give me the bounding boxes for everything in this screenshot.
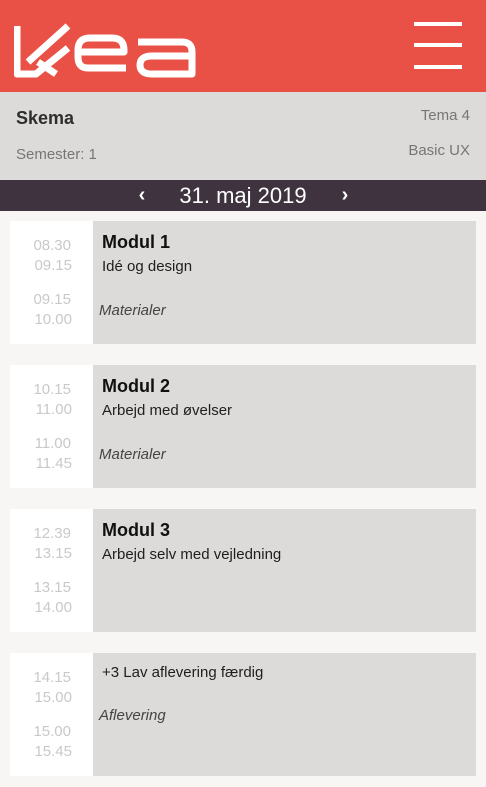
page-title: Skema [16,108,75,128]
end-time: 11.00 [35,401,72,418]
semester-label: Semester: 1 [16,146,97,163]
time-column: 12.39 13.15 13.15 14.00 [10,509,93,632]
module-title: Modul 3 [102,520,170,540]
hamburger-menu-icon[interactable] [414,22,462,70]
end-time: 15.00 [34,689,72,706]
start-time: 15.00 [33,723,71,740]
submission-link[interactable]: Aflevering [99,707,166,724]
end-time: 09.15 [34,257,72,274]
chevron-right-icon[interactable]: › [333,182,357,208]
end-time: 10.00 [34,311,72,328]
current-date: 31. maj 2019 [179,183,307,208]
materials-link[interactable]: Materialer [99,446,166,463]
time-column: 10.15 11.00 11.00 11.45 [10,365,93,488]
end-time: 13.15 [34,545,72,562]
materials-link[interactable]: Materialer [99,302,166,319]
start-time: 08.30 [33,237,71,254]
tema-label: Tema 4 [420,107,470,124]
start-time: 10.15 [33,381,71,398]
end-time: 11.45 [35,455,72,472]
date-navigation: ‹ 31. maj 2019 › [0,180,486,211]
module-title: Modul 2 [102,376,170,396]
chevron-left-icon[interactable]: ‹ [130,182,154,208]
start-time: 12.39 [33,525,71,542]
schedule-card: 14.15 15.00 15.00 15.45 +3 Lav afleverin… [10,653,476,776]
start-time: 13.15 [33,579,71,596]
end-time: 15.45 [34,743,72,760]
module-content[interactable]: Modul 2 Arbejd med øvelser Materialer [93,365,476,488]
schedule-info-panel: Skema Semester: 1 Tema 4 Basic UX [0,92,486,180]
schedule-card: 08.30 09.15 09.15 10.00 Modul 1 Idé og d… [10,221,476,344]
kea-logo[interactable] [14,22,214,78]
schedule-card: 10.15 11.00 11.00 11.45 Modul 2 Arbejd m… [10,365,476,488]
start-time: 09.15 [33,291,71,308]
time-column: 08.30 09.15 09.15 10.00 [10,221,93,344]
module-description: Arbejd med øvelser [102,402,233,419]
module-content[interactable]: Modul 1 Idé og design Materialer [93,221,476,344]
module-description: +3 Lav aflevering færdig [102,664,264,681]
schedule-card: 12.39 13.15 13.15 14.00 Modul 3 Arbejd s… [10,509,476,632]
start-time: 14.15 [33,669,71,686]
module-content[interactable]: +3 Lav aflevering færdig Aflevering [93,653,476,776]
course-label: Basic UX [408,142,470,159]
module-content[interactable]: Modul 3 Arbejd selv med vejledning [93,509,476,632]
module-title: Modul 1 [102,232,170,252]
top-bar [0,0,486,92]
end-time: 14.00 [34,599,72,616]
start-time: 11.00 [34,435,71,452]
module-description: Arbejd selv med vejledning [102,546,282,563]
time-column: 14.15 15.00 15.00 15.45 [10,653,93,776]
module-description: Idé og design [102,258,193,275]
